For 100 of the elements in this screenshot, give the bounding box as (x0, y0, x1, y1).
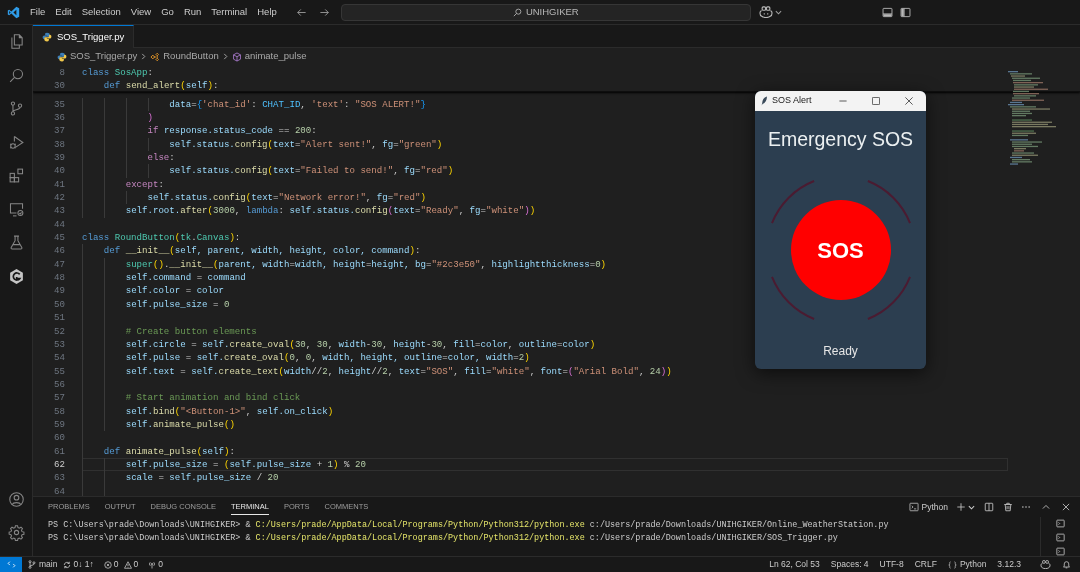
caret-down-icon[interactable] (968, 503, 975, 511)
code-line: self.circle = self.create_oval(30, 30, width-30, height-30, fill=color, outline=color) (125, 337, 596, 351)
code-line: self.pulse_size = (self.pulse_size + 1) % 20 (125, 457, 366, 471)
settings-icon[interactable] (7, 524, 25, 541)
menu-item[interactable]: Selection (76, 4, 126, 20)
line-number: 59 (53, 417, 65, 431)
code-line: # Start animation and bind click (125, 391, 301, 405)
split-icon[interactable] (984, 502, 994, 512)
code-line: self.root.after(3000, lambda: self.status.config(text="Ready", fg="white")) (125, 204, 536, 218)
line-number: 61 (53, 444, 65, 458)
hexagon-logo-icon[interactable] (7, 267, 25, 285)
error-icon (103, 560, 112, 569)
menu-item[interactable]: Help (252, 4, 282, 20)
cursor-position[interactable]: Ln 62, Col 53 (769, 558, 820, 571)
problems-status[interactable]: 0 0 (103, 558, 139, 571)
menu-item[interactable]: Run (178, 4, 207, 20)
trash-icon[interactable] (1003, 502, 1013, 512)
terminal-line: PS C:\Users\prade\Downloads\UNIHGIKER> & C:/Users/prade/AppData/Local/Programs/Python/Python312/python.exe c:/Users/prade/Downloads/UNIHGIKER/Online_WeatherStation.py (48, 518, 889, 532)
python-file-icon (57, 51, 67, 62)
line-number: 52 (53, 324, 65, 338)
line-number: 46 (53, 244, 65, 258)
terminal-icon[interactable] (1056, 519, 1065, 528)
code-line: except: (125, 177, 164, 191)
bot-face-icon[interactable] (758, 6, 773, 18)
breadcrumb-item[interactable]: SOS_Trigger.py (57, 49, 138, 64)
language-status[interactable]: Python (947, 558, 987, 571)
sos-button[interactable]: SOS (790, 200, 891, 300)
plus-icon[interactable] (956, 502, 966, 512)
terminal-icon[interactable] (1056, 533, 1065, 542)
code-line: self.pulse_size = 0 (125, 297, 230, 311)
code-line: class SosApp: (82, 65, 153, 79)
run-debug-icon[interactable] (7, 133, 25, 151)
window-title: SOS Alert (772, 94, 812, 108)
code-line: self.pulse = self.create_oval(0, 0, width, height, outline=color, width=2) (125, 351, 530, 365)
layout-sidebar-icon[interactable] (899, 6, 911, 18)
code-line: self.command = command (125, 271, 246, 285)
chevron-right-icon (140, 53, 148, 60)
line-number: 63 (53, 471, 65, 485)
line-number: 64 (53, 484, 65, 496)
branch-icon (28, 560, 36, 569)
radio-tower-icon (148, 560, 157, 569)
editor-tab[interactable]: SOS_Trigger.py (33, 25, 135, 48)
code-line: def animate_pulse(self): (103, 444, 235, 458)
python-file-icon (42, 32, 52, 42)
line-number: 51 (53, 311, 65, 325)
code-line: self.color = color (125, 284, 224, 298)
line-number: 60 (53, 431, 65, 445)
code-line: def send_alert(self): (103, 79, 219, 92)
cube-icon (231, 51, 242, 62)
caret-down-icon[interactable] (774, 8, 782, 16)
maximize-icon[interactable] (872, 97, 880, 105)
branch-status[interactable]: main (28, 558, 58, 571)
search-icon[interactable] (7, 66, 25, 84)
feather-icon (761, 96, 768, 106)
arrow-right-icon[interactable] (318, 6, 330, 18)
remote-explorer-icon[interactable] (7, 200, 25, 218)
line-number: 39 (53, 151, 65, 165)
code-line: def __init__(self, parent, width, height, color, command): (103, 244, 421, 258)
terminal-profile-button[interactable]: Python (908, 500, 948, 514)
accounts-icon[interactable] (7, 490, 25, 508)
line-number: 45 (53, 231, 65, 245)
close-icon[interactable] (905, 97, 913, 105)
line-number: 56 (53, 377, 65, 391)
menu-item[interactable]: View (125, 4, 157, 20)
arrow-left-icon[interactable] (295, 6, 307, 18)
code-line: if response.status_code == 200: (147, 124, 317, 138)
line-ending-status[interactable]: CRLF (914, 558, 937, 571)
menu-item[interactable]: Go (156, 4, 179, 20)
menu-item[interactable]: File (25, 4, 51, 20)
breadcrumb-item[interactable]: animate_pulse (231, 49, 307, 64)
extensions-icon[interactable] (7, 167, 25, 184)
bot-face-icon[interactable] (1040, 560, 1051, 569)
menu-item[interactable]: Terminal (206, 4, 253, 20)
class-icon (150, 51, 161, 62)
breadcrumb-item[interactable]: RoundButton (150, 49, 219, 64)
code-line: self.text = self.create_text(width//2, height//2, text="SOS", fill="white", font=("Arial Bold", 24)) (125, 364, 672, 378)
code-line: data={'chat_id': CHAT_ID, 'text': "SOS ALERT!"} (169, 97, 426, 111)
line-number: 58 (53, 404, 65, 418)
line-number: 38 (53, 137, 65, 151)
layout-panel-icon[interactable] (881, 6, 893, 18)
encoding-status[interactable]: UTF-8 (879, 558, 904, 571)
terminal-icon[interactable] (1056, 547, 1065, 556)
window-heading: Emergency SOS (767, 128, 914, 150)
sync-status[interactable]: 0↓ 1↑ (63, 558, 94, 571)
code-line: self.bind("<Button-1>", self.on_click) (125, 404, 334, 418)
code-line: self.status.config(text="Failed to send!", fg="red") (169, 164, 454, 178)
terminal-icon (908, 502, 919, 512)
bell-icon[interactable] (1062, 560, 1071, 569)
code-line: else: (147, 151, 175, 165)
chevron-up-icon[interactable] (1041, 502, 1051, 512)
menu-item[interactable]: Edit (50, 4, 77, 20)
status-label: Ready (823, 344, 858, 358)
interpreter-version[interactable]: 3.12.3 (997, 558, 1021, 571)
code-line: scale = self.pulse_size / 20 (125, 471, 279, 485)
ports-status[interactable]: 0 (148, 558, 163, 571)
code-line: self.animate_pulse() (125, 417, 235, 431)
indentation-status[interactable]: Spaces: 4 (830, 558, 869, 571)
app-logo-icon (7, 5, 20, 19)
terminal-line: PS C:\Users\prade\Downloads\UNIHGIKER> & C:/Users/prade/AppData/Local/Programs/Python/Python312/python.exe c:/Users/prade/Downloads/UNIHGIKER/SOS_Trigger.py (48, 531, 838, 545)
search-field[interactable]: UNIHGIKER (340, 3, 751, 21)
